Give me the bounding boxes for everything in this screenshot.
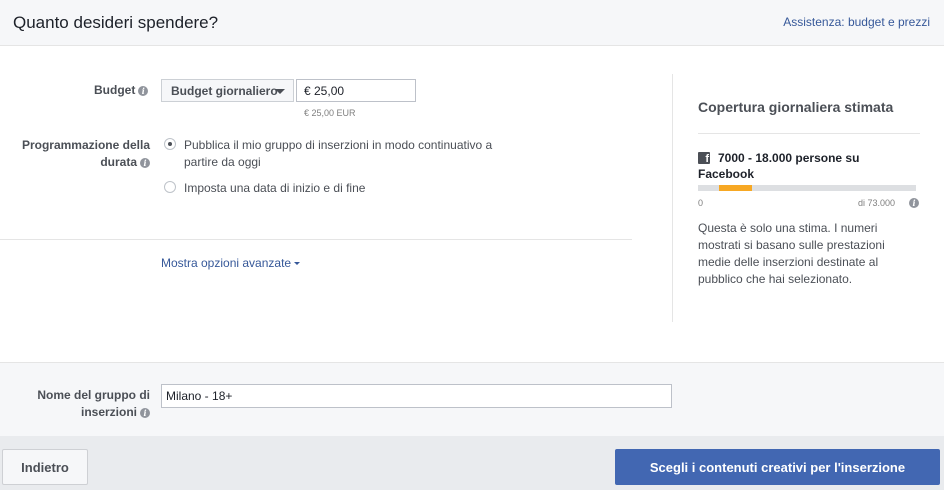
reach-scale-max: di 73.000	[858, 198, 896, 208]
radio-continuous[interactable]	[164, 138, 176, 150]
budget-type-select[interactable]: Budget giornaliero	[161, 79, 294, 102]
info-icon[interactable]: i	[138, 86, 149, 96]
footer: Indietro Scegli i contenuti creativi per…	[0, 436, 944, 490]
reach-bar-fill	[718, 185, 752, 191]
radio-set-dates[interactable]	[164, 181, 176, 193]
adset-name-label: Nome del gruppo di inserzioni i	[37, 388, 150, 419]
back-button[interactable]: Indietro	[2, 449, 88, 485]
adset-name-input[interactable]	[161, 384, 672, 408]
budget-amount-input[interactable]	[296, 79, 416, 102]
divider	[0, 239, 632, 240]
estimated-reach-panel: Copertura giornaliera stimata f 7000 - 1…	[672, 74, 944, 322]
reach-scale-min: 0	[698, 198, 704, 208]
info-icon[interactable]: i	[909, 198, 919, 208]
reach-disclaimer: Questa è solo una stima. I numeri mostra…	[698, 221, 885, 286]
schedule-label: Programmazione della durata i	[21, 138, 150, 169]
info-icon[interactable]: i	[140, 158, 150, 168]
adset-name-section: Nome del gruppo di inserzioni i	[0, 362, 944, 436]
header: Quanto desideri spendere? Assistenza: bu…	[0, 0, 944, 46]
budget-label: Budget i	[94, 82, 149, 99]
page-title: Quanto desideri spendere?	[13, 13, 219, 32]
budget-type-value: Budget giornaliero	[171, 84, 278, 98]
info-icon[interactable]: i	[140, 408, 150, 418]
help-link[interactable]: Assistenza: budget e prezzi	[783, 15, 930, 29]
main-section: Budgeti Budget giornaliero € 25,00 EUR P…	[0, 46, 944, 362]
budget-amount-currency: € 25,00 EUR	[304, 108, 356, 118]
chevron-down-icon	[294, 262, 301, 265]
choose-creative-button[interactable]: Scegli i contenuti creativi per l'inserz…	[615, 449, 940, 485]
chevron-down-icon	[275, 89, 285, 94]
reach-estimate: 7000 - 18.000 persone su Facebook	[698, 151, 860, 181]
show-advanced-options-link[interactable]: Mostra opzioni avanzate	[161, 256, 301, 270]
reach-bar	[698, 185, 916, 191]
divider	[698, 133, 920, 134]
estimated-reach-title: Copertura giornaliera stimata	[698, 99, 894, 115]
